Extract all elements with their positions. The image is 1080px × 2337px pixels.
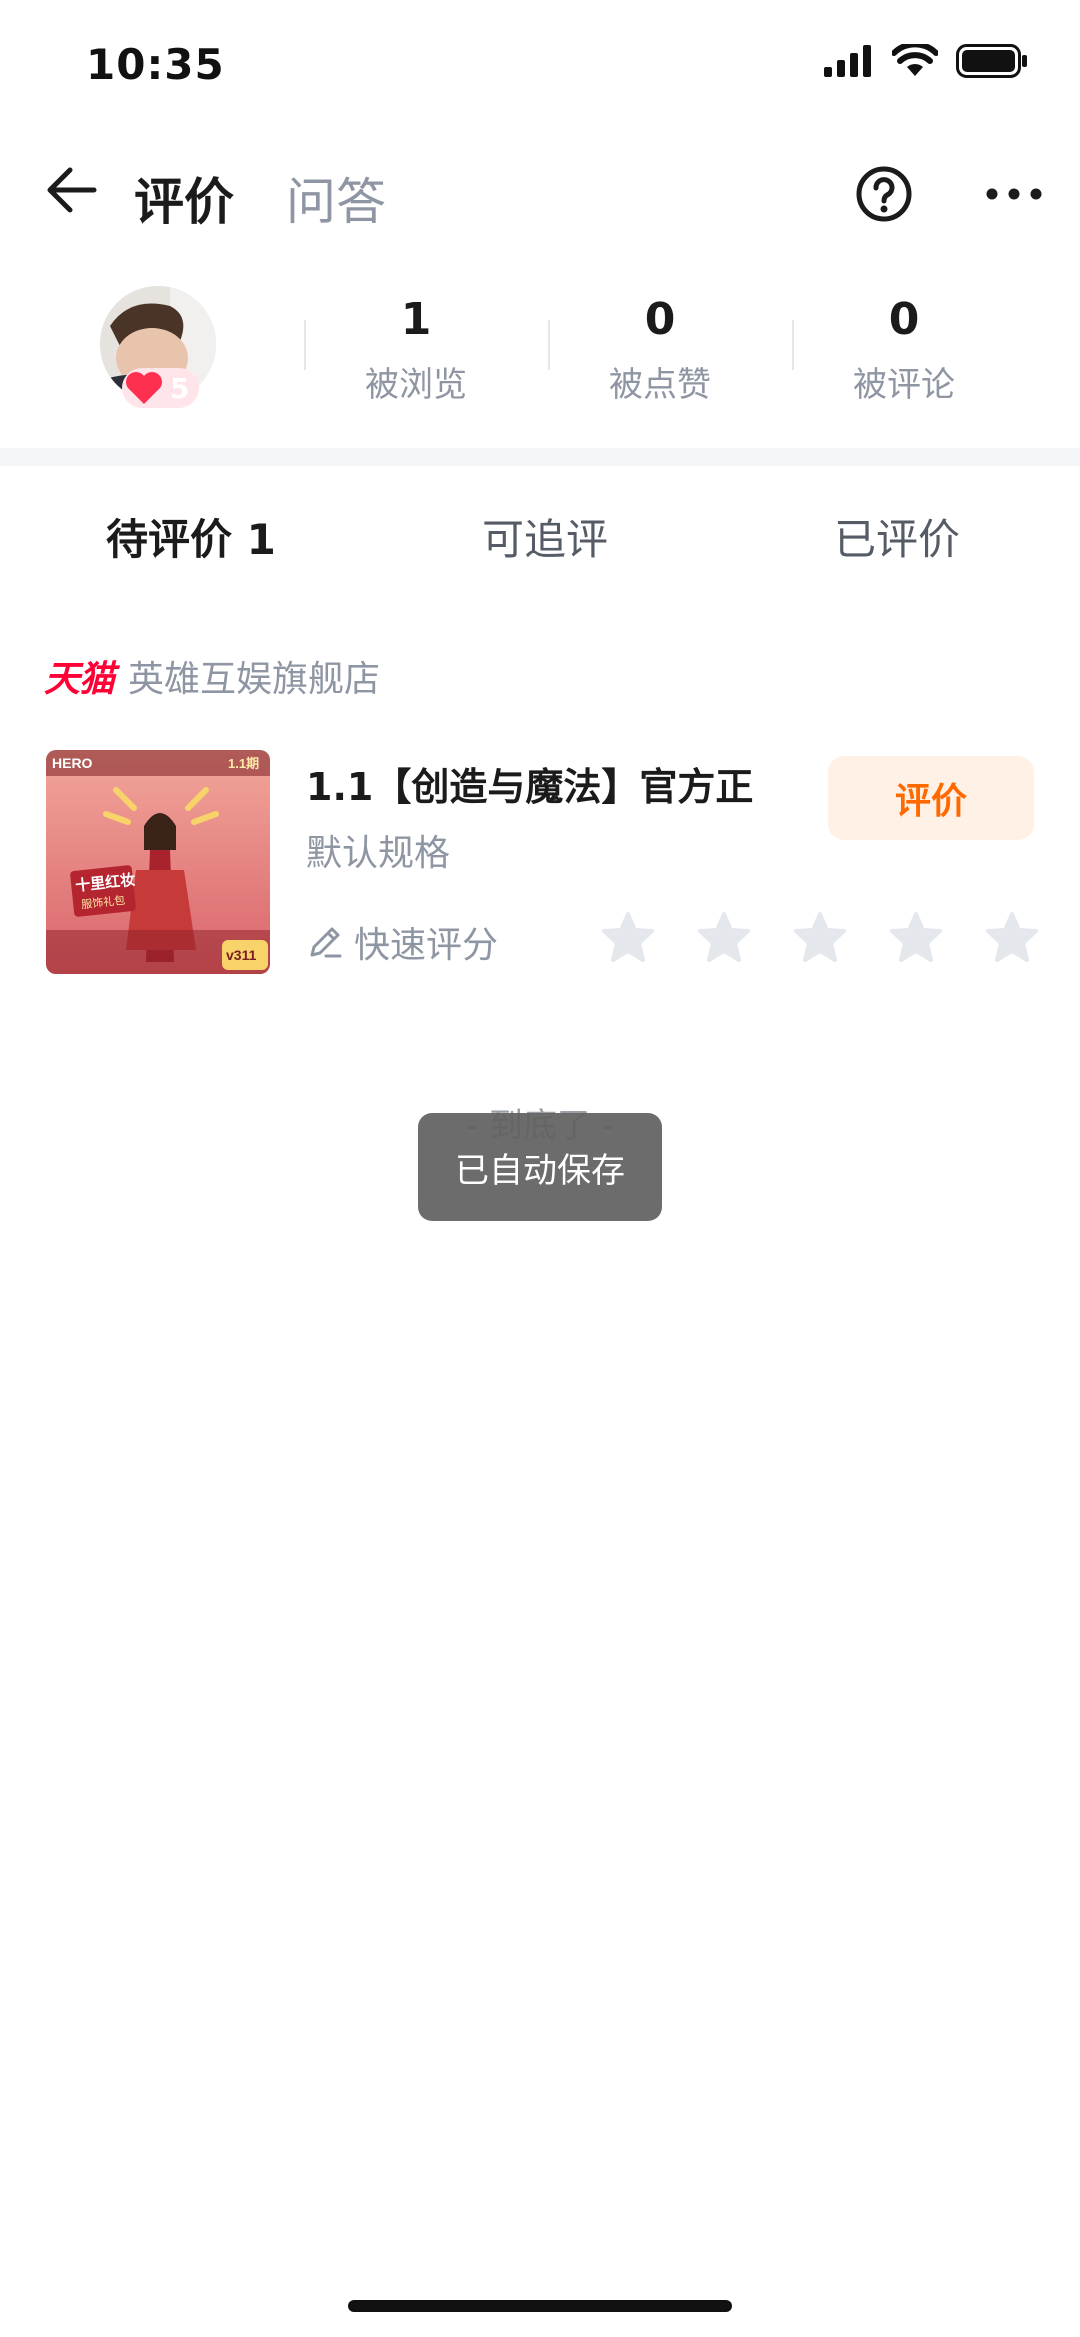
divider — [304, 320, 306, 370]
subtab-reviewed[interactable]: 已评价 — [834, 506, 960, 567]
wifi-icon — [892, 44, 938, 76]
level-number: 5 — [170, 371, 190, 405]
star-1-icon[interactable] — [600, 910, 656, 966]
quick-rate-label: 快速评分 — [354, 925, 499, 966]
product-image-tag: 1.1期 — [228, 756, 259, 771]
star-3-icon[interactable] — [792, 910, 848, 966]
status-time: 10:35 — [86, 40, 225, 89]
tab-review[interactable]: 评价 — [134, 162, 234, 234]
toast: 已自动保存 — [418, 1113, 662, 1221]
signal-icon — [824, 45, 871, 77]
stat-likes-label: 被点赞 — [609, 365, 711, 405]
review-button[interactable]: 评价 — [828, 756, 1034, 840]
subtab-follow-up[interactable]: 可追评 — [482, 506, 608, 567]
product-title[interactable]: 1.1【创造与魔法】官方正 — [306, 756, 753, 811]
more-icon[interactable] — [984, 176, 1044, 212]
pencil-icon — [310, 927, 342, 958]
product-image-price: v311 — [226, 947, 257, 963]
star-2-icon[interactable] — [696, 910, 752, 966]
divider — [792, 320, 794, 370]
quick-rate[interactable]: 快速评分 — [306, 916, 498, 968]
product-image-brand: HERO — [52, 755, 93, 771]
battery-icon — [956, 44, 1027, 78]
back-arrow-icon[interactable] — [40, 160, 100, 220]
product-spec: 默认规格 — [306, 833, 451, 874]
section-separator — [0, 448, 1080, 466]
divider — [548, 320, 550, 370]
stat-likes[interactable]: 0 被点赞 — [580, 294, 740, 406]
level-badge: 5 — [122, 368, 200, 408]
rating-stars[interactable] — [600, 910, 1040, 966]
stat-views-label: 被浏览 — [365, 365, 467, 405]
home-indicator[interactable] — [348, 2300, 732, 2312]
store-row[interactable]: 天猫 英雄互娱旗舰店 — [44, 650, 380, 702]
help-icon[interactable] — [854, 164, 914, 224]
status-icons — [824, 44, 1028, 78]
toast-text: 已自动保存 — [455, 1150, 625, 1191]
stat-likes-value: 0 — [644, 294, 676, 345]
stat-views-value: 1 — [400, 294, 432, 345]
store-name[interactable]: 英雄互娱旗舰店 — [128, 650, 380, 702]
stat-comments-value: 0 — [888, 294, 920, 345]
stat-comments[interactable]: 0 被评论 — [824, 294, 984, 406]
star-5-icon[interactable] — [984, 910, 1040, 966]
tab-qa[interactable]: 问答 — [286, 162, 386, 234]
stat-comments-label: 被评论 — [853, 365, 955, 405]
heart-icon — [126, 372, 162, 404]
stat-views[interactable]: 1 被浏览 — [336, 294, 496, 406]
star-4-icon[interactable] — [888, 910, 944, 966]
tmall-logo: 天猫 — [44, 659, 115, 700]
product-image[interactable]: HERO 1.1期 十里红妆 服饰礼包 v311 — [46, 750, 270, 974]
subtab-pending[interactable]: 待评价 1 — [106, 506, 276, 567]
